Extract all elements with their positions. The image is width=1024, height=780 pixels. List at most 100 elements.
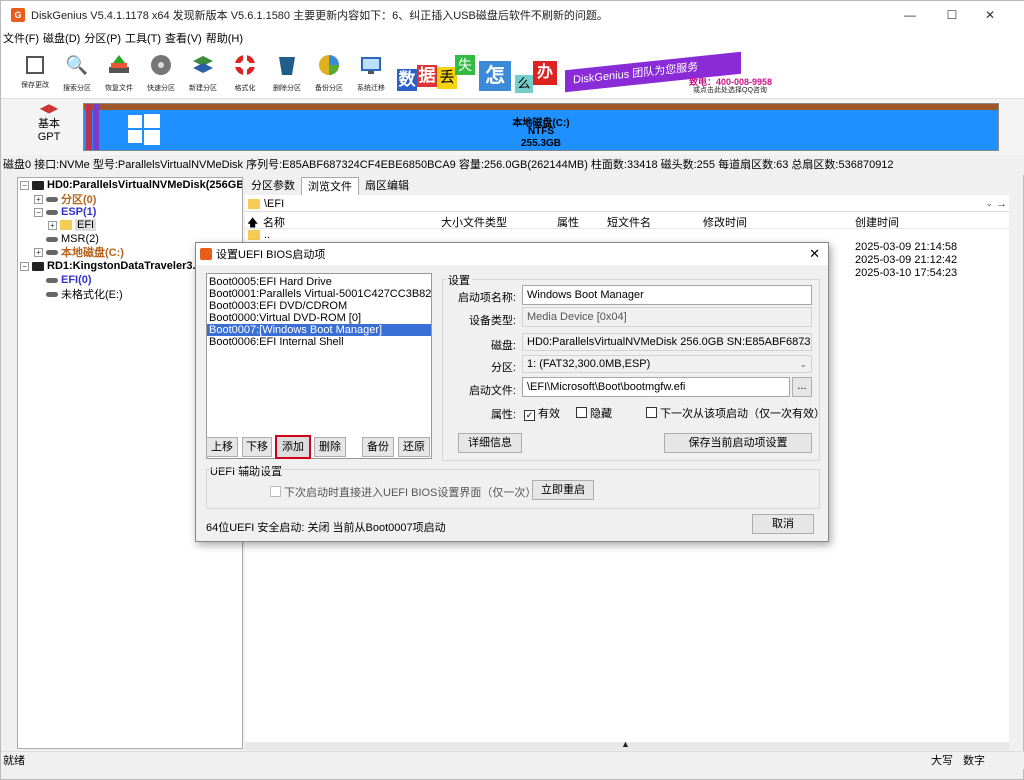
- name-label: 启动项名称:: [457, 292, 516, 304]
- menu-file[interactable]: 文件(F): [3, 30, 39, 46]
- disk-select[interactable]: HD0:ParallelsVirtualNVMeDisk 256.0GB SN:…: [522, 333, 812, 351]
- hard-disk-icon: [32, 261, 44, 271]
- boot-entry-list[interactable]: Boot0005:EFI Hard Drive Boot0001:Parallel…: [206, 273, 432, 459]
- device-type-field: Media Device [0x04]: [522, 307, 812, 327]
- title-bar: G DiskGenius V5.4.1.1178 x64 发现新版本 V5.6.…: [1, 1, 1024, 29]
- backup-partition-button[interactable]: 备份分区: [311, 51, 347, 97]
- tree-node[interactable]: 未格式化(E:): [34, 288, 123, 301]
- menu-disk[interactable]: 磁盘(D): [43, 30, 80, 46]
- folder-icon: [248, 198, 260, 209]
- dialog-close-icon[interactable]: ✕: [809, 246, 820, 262]
- banner-char: 么: [515, 75, 533, 93]
- tree-node[interactable]: + 分区(0): [34, 193, 96, 206]
- menu-partition[interactable]: 分区(P): [84, 30, 121, 46]
- restore-button[interactable]: 还原: [398, 437, 430, 457]
- col-name[interactable]: 名称: [263, 214, 285, 230]
- collapse-icon[interactable]: −: [20, 261, 29, 271]
- banner-char: 怎: [479, 61, 511, 91]
- menu-view[interactable]: 查看(V): [165, 30, 202, 46]
- delete-button[interactable]: 删除: [314, 437, 346, 457]
- close-button[interactable]: ✕: [971, 1, 1009, 29]
- tab-partition-params[interactable]: 分区参数: [245, 177, 301, 195]
- details-button[interactable]: 详细信息: [458, 433, 522, 453]
- banner-qq: 或点击此处选择QQ咨询: [693, 87, 767, 94]
- go-arrow-icon[interactable]: →: [996, 198, 1007, 210]
- caps-indicator: 大写: [931, 755, 953, 767]
- col-created[interactable]: 创建时间: [855, 214, 899, 230]
- valid-checkbox[interactable]: ✓ 有效: [524, 405, 560, 421]
- tree-node[interactable]: − ESP(1): [34, 206, 96, 218]
- add-button[interactable]: 添加: [275, 435, 311, 459]
- boot-entry[interactable]: Boot0003:EFI DVD/CDROM: [207, 300, 431, 312]
- maximize-button[interactable]: ☐: [933, 1, 971, 29]
- boot-entry[interactable]: Boot0000:Virtual DVD-ROM [0]: [207, 312, 431, 324]
- col-shortname[interactable]: 短文件名: [607, 214, 651, 230]
- tree-node[interactable]: + EFI: [48, 219, 97, 231]
- tree-node[interactable]: − RD1:KingstonDataTraveler3.0: [20, 260, 202, 272]
- disk-bar-filesystem: NTFS: [527, 126, 555, 137]
- menu-help[interactable]: 帮助(H): [206, 30, 243, 46]
- expand-icon[interactable]: +: [48, 220, 57, 230]
- boot-file-input[interactable]: \EFI\Microsoft\Boot\bootmgfw.efi: [522, 377, 790, 397]
- boot-entry[interactable]: Boot0006:EFI Internal Shell: [207, 336, 431, 348]
- tree-node[interactable]: EFI(0): [34, 274, 92, 286]
- horizontal-scrollbar[interactable]: ▲: [245, 739, 1009, 750]
- system-migration-button[interactable]: 系统迁移: [353, 51, 389, 97]
- search-partition-button[interactable]: 🔍 搜索分区: [59, 51, 95, 97]
- menu-tools[interactable]: 工具(T): [125, 30, 161, 46]
- disk-bar-size: 255.3GB: [520, 138, 562, 149]
- col-modified[interactable]: 修改时间: [703, 214, 747, 230]
- expand-icon[interactable]: +: [34, 194, 43, 204]
- disk-partition-bar[interactable]: 本地磁盘(C:) NTFS 255.3GB: [83, 103, 999, 151]
- move-up-button[interactable]: 上移: [206, 437, 238, 457]
- cancel-button[interactable]: 取消: [752, 514, 814, 534]
- next-boot-checkbox[interactable]: 下一次从该项启动（仅一次有效）: [646, 405, 825, 421]
- app-logo-icon: G: [11, 8, 25, 22]
- migrate-icon: [359, 53, 383, 77]
- list-item[interactable]: ..: [245, 229, 1009, 241]
- boot-entry[interactable]: Boot0007:[Windows Boot Manager]: [207, 324, 431, 336]
- tab-browse-files[interactable]: 浏览文件: [301, 177, 359, 195]
- tree-node-label: EFI(0): [61, 274, 92, 286]
- dialog-title-bar: 设置UEFI BIOS启动项 ✕: [196, 243, 828, 265]
- ad-banner[interactable]: 数 据 丢 失 怎 么 办 DiskGenius 团队为您服务 致电：400-0…: [397, 51, 787, 95]
- file-list-header: 🡅 名称 大小 文件类型 属性 短文件名 修改时间 创建时间: [245, 213, 1009, 229]
- tree-node[interactable]: + 本地磁盘(C:): [34, 246, 124, 259]
- col-attributes[interactable]: 属性: [557, 214, 579, 230]
- new-partition-button[interactable]: 新建分区: [185, 51, 221, 97]
- browse-button[interactable]: ...: [792, 377, 812, 397]
- tree-node[interactable]: − HD0:ParallelsVirtualNVMeDisk(256GB): [20, 179, 243, 191]
- partition-select[interactable]: 1: (FAT32,300.0MB,ESP) ⌄: [522, 355, 812, 373]
- delete-partition-button[interactable]: 删除分区: [269, 51, 305, 97]
- col-filetype[interactable]: 文件类型: [463, 214, 507, 230]
- devtype-label: 设备类型:: [468, 315, 516, 327]
- reboot-now-button[interactable]: 立即重启: [532, 480, 594, 500]
- layers-icon: [191, 53, 215, 77]
- move-down-button[interactable]: 下移: [242, 437, 272, 457]
- boot-name-input[interactable]: Windows Boot Manager: [522, 285, 812, 305]
- col-size[interactable]: 大小: [441, 214, 463, 230]
- format-button[interactable]: 格式化: [227, 51, 263, 97]
- save-settings-button[interactable]: 保存当前启动项设置: [664, 433, 812, 453]
- path-dropdown-icon[interactable]: ⌄: [985, 198, 993, 209]
- tab-sector-edit[interactable]: 扇区编辑: [359, 177, 415, 195]
- quick-partition-button[interactable]: 快速分区: [143, 51, 179, 97]
- prev-disk-arrow-icon[interactable]: ◀: [40, 101, 49, 115]
- save-changes-button[interactable]: 保存更改: [17, 51, 53, 97]
- collapse-icon[interactable]: −: [20, 180, 29, 190]
- boot-entry[interactable]: Boot0001:Parallels Virtual-5001C427CC3B8…: [207, 288, 431, 300]
- boot-entry[interactable]: Boot0005:EFI Hard Drive: [207, 276, 431, 288]
- banner-char: 丢: [437, 67, 457, 89]
- next-disk-arrow-icon[interactable]: ▶: [49, 101, 58, 115]
- tree-node-label: HD0:ParallelsVirtualNVMeDisk(256GB): [47, 179, 243, 191]
- minimize-button[interactable]: —: [891, 1, 929, 29]
- backup-button[interactable]: 备份: [362, 437, 394, 457]
- dialog-footer-status: 64位UEFI 安全启动: 关闭 当前从Boot0007项启动: [206, 522, 446, 534]
- recover-files-button[interactable]: 恢复文件: [101, 51, 137, 97]
- collapse-icon[interactable]: −: [34, 207, 43, 217]
- hidden-checkbox[interactable]: 隐藏: [576, 405, 612, 421]
- scroll-up-arrow-icon[interactable]: ▲: [621, 739, 630, 749]
- checkmark-icon: ✓: [524, 410, 535, 421]
- expand-icon[interactable]: +: [34, 247, 43, 257]
- path-bar[interactable]: \EFI ⌄ →: [245, 196, 1009, 212]
